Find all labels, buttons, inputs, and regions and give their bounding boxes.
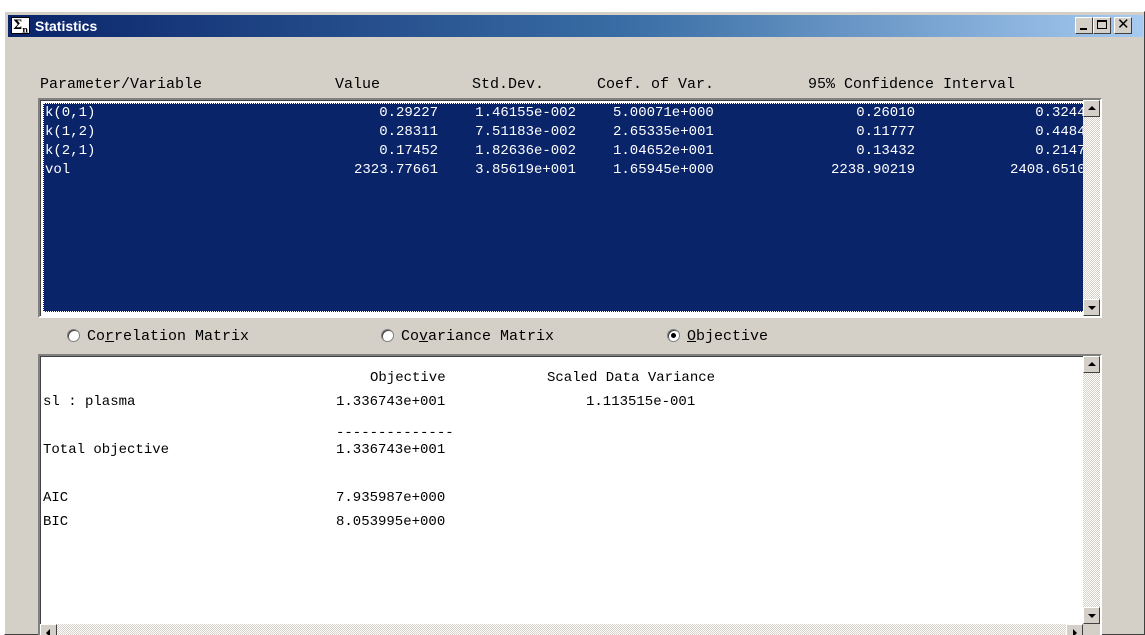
maximize-icon	[1097, 20, 1107, 29]
radio-label-correlation: Correlation Matrix	[87, 328, 250, 345]
param-coef-var: 1.65945e+000	[613, 162, 714, 178]
header-value: Value	[335, 76, 381, 93]
radio-label-objective: Objective	[687, 328, 769, 345]
arrow-down-icon	[1088, 306, 1096, 310]
param-ci-low: 2238.90219	[830, 162, 915, 178]
radio-button[interactable]	[67, 329, 80, 342]
sl-plasma-label: sl : plasma	[43, 394, 136, 410]
scroll-left-button[interactable]	[40, 624, 57, 635]
header-parameter: Parameter/Variable	[40, 76, 203, 93]
close-icon: ✕	[1117, 15, 1130, 33]
parameter-list[interactable]: k(0,1) 0.29227 1.46155e-002 5.00071e+000…	[38, 98, 1102, 318]
maximize-button[interactable]	[1093, 17, 1111, 34]
header-std-dev: Std.Dev.	[472, 76, 545, 93]
param-name: k(1,2)	[45, 124, 96, 140]
window-title: Statistics	[35, 18, 98, 34]
scroll-right-button[interactable]	[1066, 624, 1083, 635]
param-std-dev: 1.82636e-002	[475, 143, 576, 159]
param-std-dev: 3.85619e+001	[475, 162, 576, 178]
minimize-icon	[1080, 28, 1087, 30]
table-row[interactable]: k(1,2) 0.28311 7.51183e-002 2.65335e+001…	[43, 123, 1097, 142]
statistics-window: Σn Statistics ✕ Parameter/Variable Value…	[4, 11, 1145, 635]
bic-label: BIC	[43, 514, 69, 530]
scroll-up-button[interactable]	[1083, 356, 1100, 373]
param-value: 2323.77661	[353, 162, 438, 178]
param-name: vol	[45, 162, 71, 178]
param-coef-var: 1.04652e+001	[613, 143, 714, 159]
table-row[interactable]: k(2,1) 0.17452 1.82636e-002 1.04652e+001…	[43, 142, 1097, 161]
list-vertical-scrollbar[interactable]	[1083, 100, 1100, 316]
param-value: 0.29227	[379, 105, 438, 121]
scroll-down-button[interactable]	[1083, 607, 1100, 624]
param-value: 0.17452	[379, 143, 438, 159]
header-coef-var: Coef. of Var.	[597, 76, 715, 93]
total-objective-label: Total objective	[43, 442, 170, 458]
scroll-up-button[interactable]	[1083, 100, 1100, 117]
header-confidence-interval: 95% Confidence Interval	[808, 76, 1016, 93]
param-coef-var: 5.00071e+000	[613, 105, 714, 121]
title-bar[interactable]: Σn Statistics ✕	[8, 15, 1143, 37]
sl-plasma-scaled-variance: 1.113515e-001	[586, 394, 696, 410]
param-ci-high: 2408.65103	[1009, 162, 1094, 178]
close-button[interactable]: ✕	[1114, 15, 1132, 34]
param-std-dev: 1.46155e-002	[475, 105, 576, 121]
param-value: 0.28311	[379, 124, 438, 140]
radio-label-covariance: Covariance Matrix	[401, 328, 555, 345]
objective-text-panel[interactable]: Objective Scaled Data Variance sl : plas…	[38, 354, 1102, 635]
param-coef-var: 2.65335e+001	[613, 124, 714, 140]
param-ci-low: 0.26010	[856, 105, 915, 121]
col-objective-header: Objective	[370, 370, 446, 386]
param-ci-low: 0.13432	[856, 143, 915, 159]
param-name: k(0,1)	[45, 105, 96, 121]
scroll-down-button[interactable]	[1083, 299, 1100, 316]
arrow-right-icon	[1073, 629, 1077, 635]
arrow-down-icon	[1088, 614, 1096, 618]
arrow-up-icon	[1088, 362, 1096, 366]
table-row[interactable]: vol 2323.77661 3.85619e+001 1.65945e+000…	[43, 161, 1097, 180]
param-ci-low: 0.11777	[856, 124, 915, 140]
sl-plasma-objective: 1.336743e+001	[336, 394, 446, 410]
aic-value: 7.935987e+000	[336, 490, 446, 506]
total-objective-value: 1.336743e+001	[336, 442, 446, 458]
bic-value: 8.053995e+000	[336, 514, 446, 530]
objective-vertical-scrollbar[interactable]	[1083, 356, 1100, 624]
radio-button-checked[interactable]	[667, 329, 680, 342]
param-std-dev: 7.51183e-002	[475, 124, 576, 140]
scrollbar-corner	[1083, 624, 1100, 635]
param-name: k(2,1)	[45, 143, 96, 159]
arrow-up-icon	[1088, 106, 1096, 110]
separator-line: --------------	[336, 425, 454, 441]
table-row[interactable]: k(0,1) 0.29227 1.46155e-002 5.00071e+000…	[43, 104, 1097, 123]
col-scaled-variance-header: Scaled Data Variance	[547, 370, 716, 386]
minimize-button[interactable]	[1075, 17, 1093, 34]
radio-button[interactable]	[381, 329, 394, 342]
objective-horizontal-scrollbar[interactable]	[40, 624, 1083, 635]
aic-label: AIC	[43, 490, 69, 506]
sigma-icon: Σn	[11, 17, 30, 35]
arrow-left-icon	[46, 629, 50, 635]
